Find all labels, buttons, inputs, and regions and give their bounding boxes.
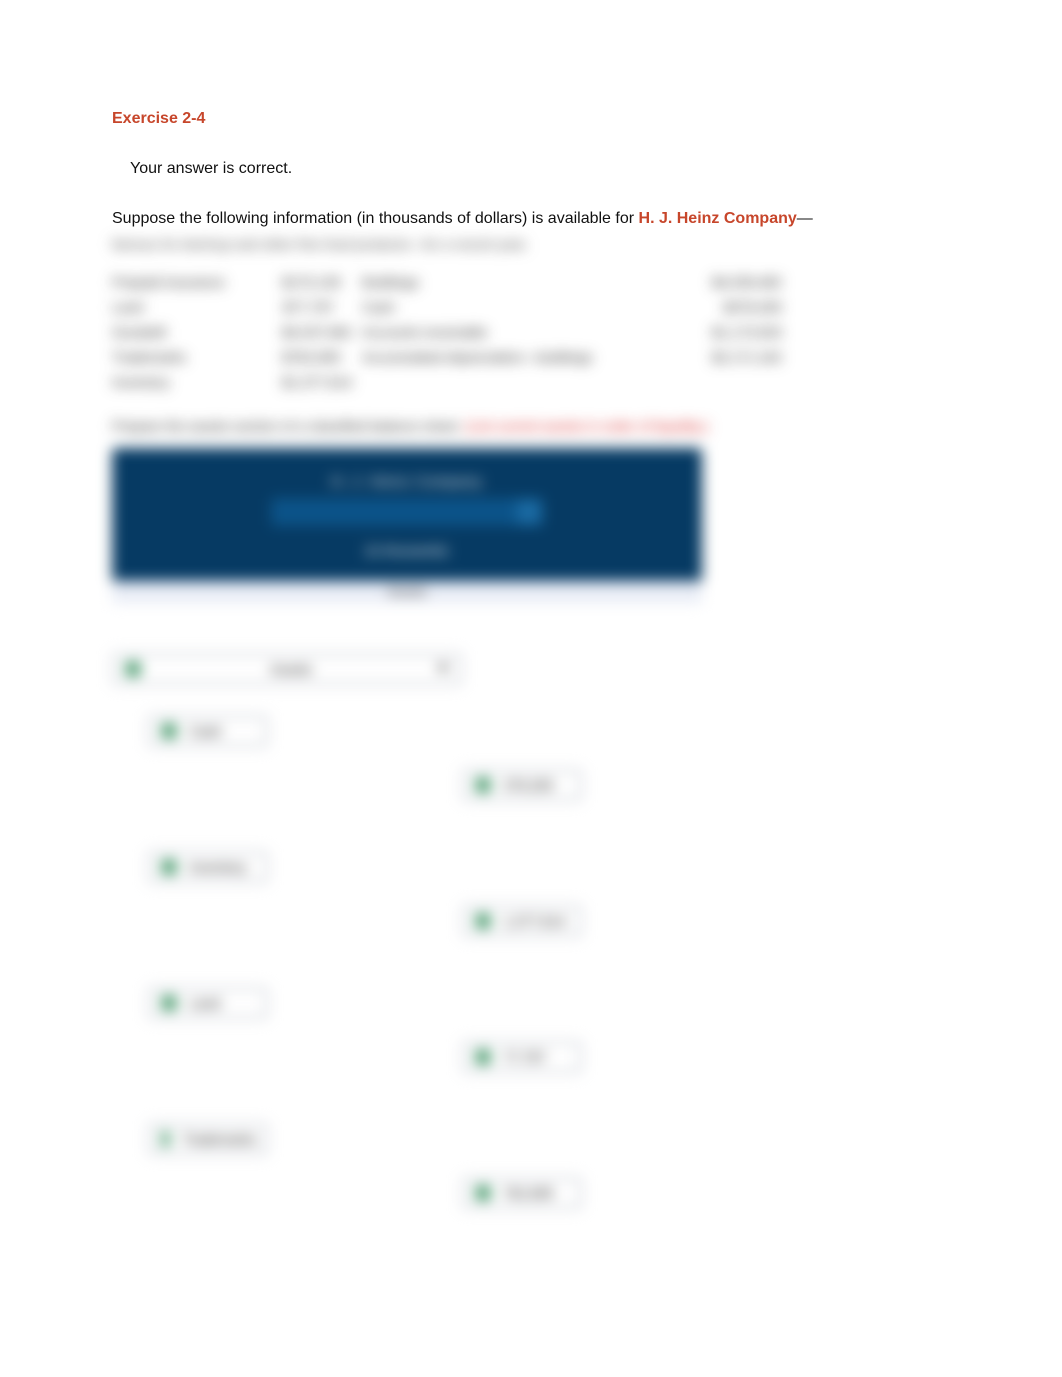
cell-label: Trademarks <box>112 345 282 370</box>
answer-status: Your answer is correct. <box>130 160 942 178</box>
intro-subline: famous for ketchup and other fine food p… <box>112 236 942 252</box>
balance-sheet-header: H. J. Heinz Company (in thousands) <box>112 448 702 583</box>
item-dropdown[interactable]: ✓ Land <box>148 987 268 1019</box>
table-row: Goodwill $4,037,662 Accounts receivable … <box>112 320 942 345</box>
dropdown-value: Inventory <box>189 859 247 875</box>
dropdown-icon <box>517 500 541 524</box>
cell-label: Buildings <box>362 270 682 295</box>
instruction-red: (List current assets in order of liquidi… <box>465 418 708 434</box>
units-label: (in thousands) <box>366 543 448 558</box>
cell-value: $1,173,003 <box>682 320 782 345</box>
exercise-title: Exercise 2-4 <box>112 110 942 128</box>
amount-input[interactable]: ✓ 77,797 <box>462 1041 582 1073</box>
chevron-down-icon <box>437 665 449 672</box>
dropdown-value: Assets <box>270 661 312 677</box>
table-row: Trademarks $762,695 Accumulated deprecia… <box>112 345 942 370</box>
amount-input[interactable]: ✓ 1,377,614 <box>462 905 582 937</box>
cell-value <box>682 370 782 395</box>
item-dropdown[interactable]: ✓ Cash <box>148 715 268 747</box>
correct-icon: ✓ <box>475 777 491 793</box>
amount-value: 762,695 <box>503 1185 554 1201</box>
amount-input[interactable]: ✓ 762,695 <box>462 1177 582 1209</box>
cell-label: Accounts receivable <box>362 320 682 345</box>
intro-lead: Suppose the following information (in th… <box>112 210 639 227</box>
dropdown-value: Land <box>189 995 220 1011</box>
table-row: Land $77,797 Cash $378,283 <box>112 295 942 320</box>
cell-label: Accumulated depreciation—buildings <box>362 345 682 370</box>
cell-label: Prepaid insurance <box>112 270 282 295</box>
item-dropdown[interactable]: ✓ Trademarks <box>148 1123 268 1155</box>
correct-icon: ✓ <box>161 723 177 739</box>
amount-value: 1,377,614 <box>503 913 565 929</box>
answer-status-text: Your answer is correct. <box>130 160 292 177</box>
cell-value: $4,039,482 <box>682 270 782 295</box>
amount-value: 378,283 <box>503 777 554 793</box>
item-dropdown[interactable]: ✓ Inventory <box>148 851 268 883</box>
intro-paragraph: Suppose the following information (in th… <box>112 208 942 230</box>
intro-tail: — <box>797 210 813 227</box>
section-strip: Assets <box>112 581 702 603</box>
company-name: H. J. Heinz Company <box>639 210 797 227</box>
instruction-black: Prepare the assets section of a classifi… <box>112 418 461 434</box>
table-row: Inventory $1,377,614 <box>112 370 942 395</box>
cell-label: Land <box>112 295 282 320</box>
data-table: Prepaid insurance $170,139 Buildings $4,… <box>112 270 942 396</box>
correct-icon: ✓ <box>161 995 177 1011</box>
dropdown-value: Cash <box>189 723 222 739</box>
correct-icon: ✓ <box>125 661 141 677</box>
locked-content: famous for ketchup and other fine food p… <box>112 236 942 1209</box>
answer-form: ✓ Assets ✓ Cash ✓ 378,283 <box>112 653 942 1209</box>
header-input[interactable] <box>272 499 542 525</box>
correct-icon: ✓ <box>475 1049 491 1065</box>
correct-icon: ✓ <box>161 859 177 875</box>
correct-icon: ✓ <box>161 1131 170 1147</box>
dropdown-value: Trademarks <box>182 1131 256 1147</box>
cell-label: Goodwill <box>112 320 282 345</box>
cell-value: $77,797 <box>282 295 362 320</box>
instruction-line: Prepare the assets section of a classifi… <box>112 418 942 434</box>
table-row: Prepaid insurance $170,139 Buildings $4,… <box>112 270 942 295</box>
amount-input[interactable]: ✓ 378,283 <box>462 769 582 801</box>
cell-label <box>362 370 682 395</box>
company-header: H. J. Heinz Company <box>331 473 482 489</box>
correct-icon: ✓ <box>475 913 491 929</box>
cell-value: $4,037,662 <box>282 320 362 345</box>
amount-value: 77,797 <box>503 1049 546 1065</box>
cell-value: $1,377,614 <box>282 370 362 395</box>
section-dropdown[interactable]: ✓ Assets <box>112 653 462 685</box>
cell-value: $378,283 <box>682 295 782 320</box>
cell-value: $2,171,162 <box>682 345 782 370</box>
cell-value: $762,695 <box>282 345 362 370</box>
cell-label: Inventory <box>112 370 282 395</box>
cell-value: $170,139 <box>282 270 362 295</box>
cell-label: Cash <box>362 295 682 320</box>
correct-icon: ✓ <box>475 1185 491 1201</box>
